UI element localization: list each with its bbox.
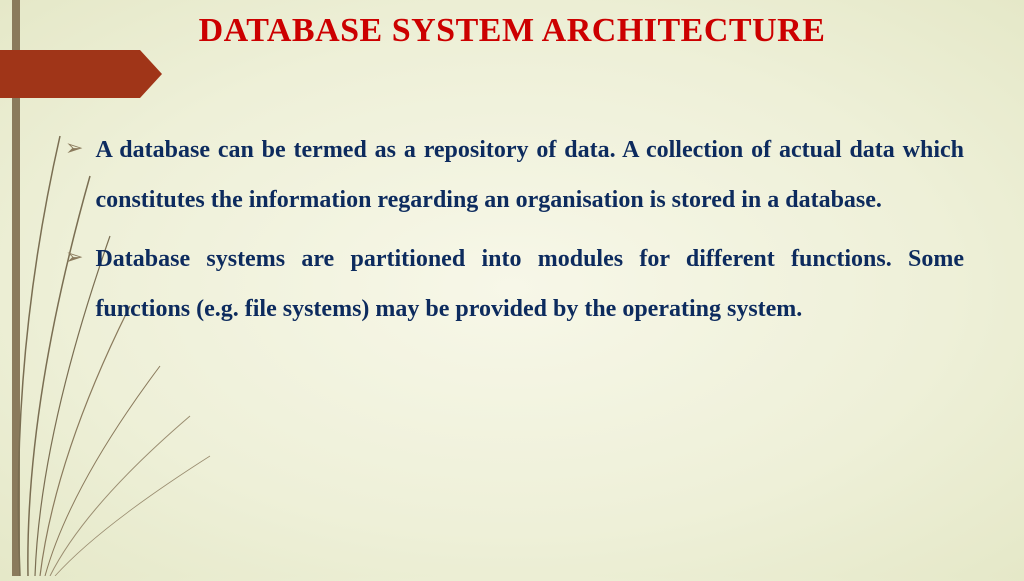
banner-arrow — [140, 50, 162, 98]
bullet-item: ➢ Database systems are partitioned into … — [65, 234, 964, 335]
bullet-text: Database systems are partitioned into mo… — [95, 234, 964, 335]
content-area: ➢ A database can be termed as a reposito… — [65, 125, 964, 343]
bullet-text: A database can be termed as a repository… — [95, 125, 964, 226]
bullet-marker-icon: ➢ — [65, 125, 83, 226]
bullet-item: ➢ A database can be termed as a reposito… — [65, 125, 964, 226]
slide-title: DATABASE SYSTEM ARCHITECTURE — [0, 12, 1024, 50]
bullet-marker-icon: ➢ — [65, 234, 83, 335]
banner-tab — [0, 50, 140, 98]
